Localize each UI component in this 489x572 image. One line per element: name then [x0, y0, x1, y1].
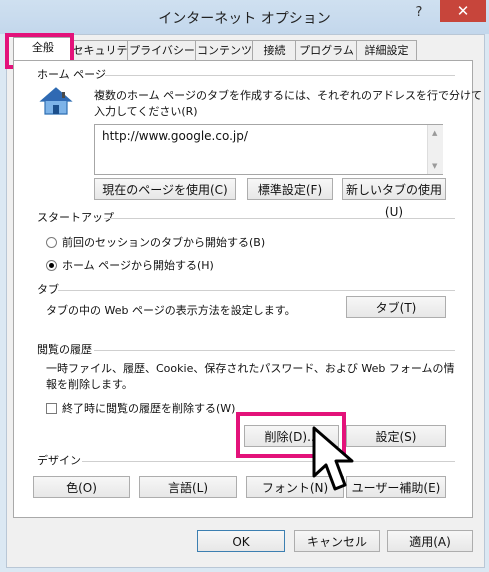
- homepage-url-textarea[interactable]: http://www.google.co.jp/: [94, 124, 443, 175]
- design-header: デザイン: [37, 454, 81, 467]
- tab-advanced[interactable]: 詳細設定: [356, 40, 417, 61]
- homepage-textarea-scrollbar[interactable]: ▲ ▼: [427, 125, 443, 174]
- use-current-page-button[interactable]: 現在のページを使用(C): [94, 178, 236, 200]
- delete-history-on-exit-label: 終了時に閲覧の履歴を削除する(W): [62, 402, 236, 415]
- mouse-cursor-icon: [312, 426, 354, 491]
- history-header: 閲覧の履歴: [37, 343, 92, 356]
- startup-option-homepage-label: ホーム ページから開始する(H): [62, 259, 214, 272]
- tab-contents[interactable]: コンテンツ: [195, 40, 254, 61]
- history-description-line1: 一時ファイル、履歴、Cookie、保存されたパスワード、および Web フォーム…: [46, 362, 455, 375]
- startup-radio-previous-session[interactable]: [46, 237, 57, 248]
- use-new-tab-button[interactable]: 新しいタブの使用(U): [342, 178, 446, 219]
- languages-button[interactable]: 言語(L): [139, 476, 237, 498]
- tab-connections[interactable]: 接続: [252, 40, 297, 61]
- use-default-button[interactable]: 標準設定(F): [247, 178, 333, 200]
- homepage-description-line1: 複数のホーム ページのタブを作成するには、それぞれのアドレスを行で分けて: [94, 89, 482, 102]
- tabs-section-header: タブ: [37, 283, 59, 296]
- home-icon: [39, 87, 73, 115]
- homepage-divider: [105, 75, 455, 76]
- scroll-down-arrow-icon[interactable]: ▼: [432, 162, 437, 170]
- colors-button[interactable]: 色(O): [33, 476, 130, 498]
- title-bar: インターネット オプション ? ✕: [0, 0, 489, 34]
- cancel-button[interactable]: キャンセル: [294, 530, 380, 552]
- design-divider: [82, 461, 455, 462]
- tabs-section-divider: [58, 290, 455, 291]
- tab-programs[interactable]: プログラム: [295, 40, 358, 61]
- ok-button[interactable]: OK: [197, 530, 285, 552]
- scroll-up-arrow-icon[interactable]: ▲: [432, 129, 437, 137]
- history-divider: [94, 350, 455, 351]
- startup-header: スタートアップ: [37, 211, 114, 224]
- history-description-line2: 報を削除します。: [46, 378, 133, 391]
- homepage-header: ホーム ページ: [37, 68, 106, 81]
- tabs-settings-button[interactable]: タブ(T): [346, 296, 446, 318]
- delete-history-on-exit-checkbox[interactable]: [46, 403, 57, 414]
- startup-option-previous-session-label: 前回のセッションのタブから開始する(B): [62, 236, 266, 249]
- help-button[interactable]: ?: [408, 5, 430, 25]
- startup-radio-homepage[interactable]: [46, 260, 57, 271]
- homepage-description-line2: 入力してください(R): [94, 105, 198, 118]
- startup-divider: [104, 218, 455, 219]
- close-button[interactable]: ✕: [440, 0, 486, 22]
- apply-button[interactable]: 適用(A): [387, 530, 473, 552]
- tabs-section-description: タブの中の Web ページの表示方法を設定します。: [46, 304, 296, 317]
- tab-security[interactable]: セキュリティ: [71, 40, 129, 77]
- tab-privacy[interactable]: プライバシー: [127, 40, 197, 61]
- homepage-url-value: http://www.google.co.jp/: [102, 129, 248, 143]
